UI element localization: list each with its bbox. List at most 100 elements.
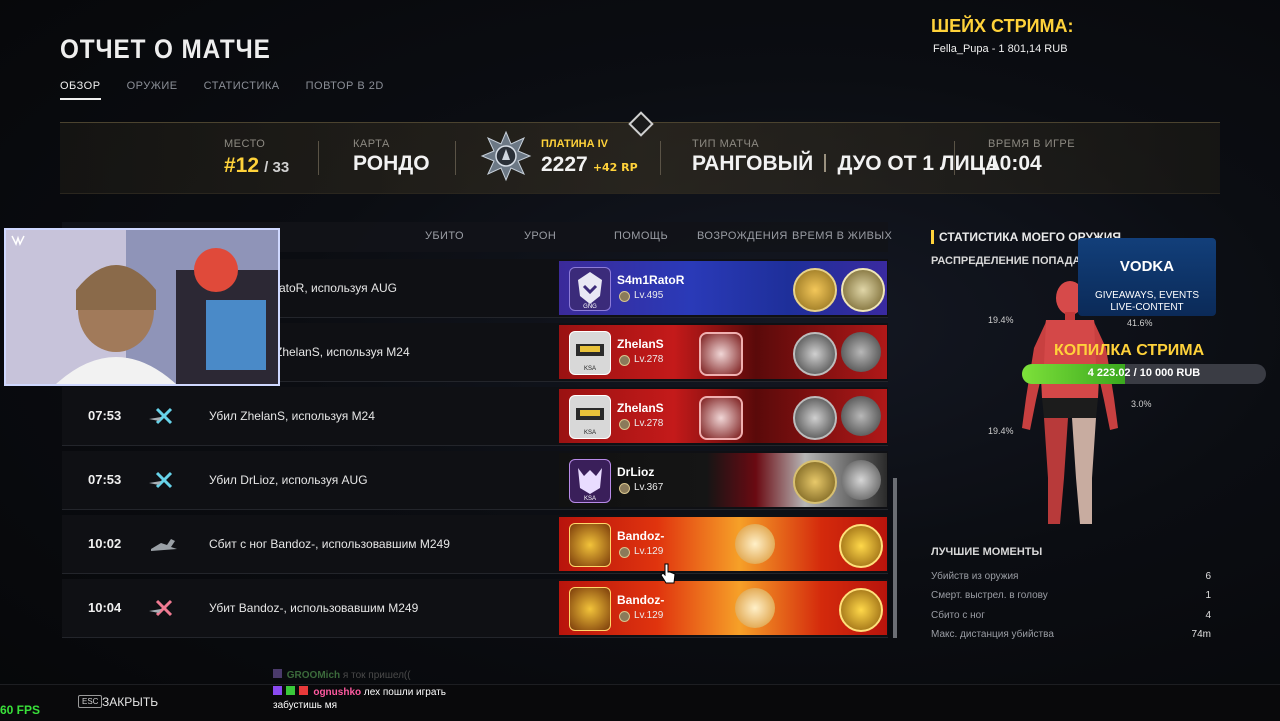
rank-platinum-icon bbox=[480, 130, 532, 182]
chat-text: забустишь мя bbox=[273, 700, 338, 711]
column-header-damage[interactable]: УРОН bbox=[524, 230, 556, 242]
column-header-revives[interactable]: ВОЗРОЖДЕНИЯ bbox=[697, 230, 788, 242]
column-header-killed[interactable]: УБИТО bbox=[425, 230, 464, 242]
table-row[interactable]: 10:04 Убит Bandoz-, использовавшим M249 … bbox=[62, 579, 888, 638]
column-header-assists[interactable]: ПОМОЩЬ bbox=[614, 230, 668, 242]
kopilka-progress-bar: 4 223.02 / 10 000 RUB bbox=[1022, 364, 1266, 384]
killed-icon bbox=[147, 595, 181, 621]
bottom-bar bbox=[0, 684, 1280, 721]
tab-replay-2d[interactable]: ПОВТОР В 2D bbox=[306, 80, 384, 100]
level-icon bbox=[619, 291, 630, 302]
best-moments-title: ЛУЧШИЕ МОМЕНТЫ bbox=[931, 546, 1043, 558]
divider bbox=[455, 141, 456, 175]
tab-statistics[interactable]: СТАТИСТИКА bbox=[204, 80, 280, 100]
table-row[interactable]: 07:53 Убил ZhelanS, используя M24 KSA Zh… bbox=[62, 387, 888, 446]
player-card[interactable]: Bandoz- Lv.129 bbox=[559, 581, 887, 635]
event-time: 10:04 bbox=[88, 600, 122, 615]
player-level: Lv.129 bbox=[634, 610, 664, 621]
table-row[interactable]: 10:02 Сбит с ног Bandoz-, использовавшим… bbox=[62, 515, 888, 574]
stat-label: Сбито с ног bbox=[931, 610, 985, 621]
event-time: 10:02 bbox=[88, 536, 122, 551]
tabs: ОБЗОР ОРУЖИЕ СТАТИСТИКА ПОВТОР В 2D bbox=[60, 80, 384, 100]
player-name: DrLioz bbox=[617, 465, 655, 479]
divider bbox=[318, 141, 319, 175]
esc-key-icon: ESC bbox=[78, 695, 103, 708]
stat-label: Смерт. выстрел. в голову bbox=[931, 590, 1048, 601]
place-label: МЕСТО bbox=[224, 138, 266, 150]
clan-emblem-icon bbox=[569, 587, 611, 631]
event-time: 07:53 bbox=[88, 408, 122, 423]
soldier-icon bbox=[735, 588, 775, 628]
chat-username: GROOMich bbox=[286, 670, 341, 681]
player-card[interactable]: GNG S4m1RatoR Lv.495 bbox=[559, 261, 887, 315]
place-number: #12 bbox=[224, 154, 260, 177]
player-level: Lv.129 bbox=[634, 546, 664, 557]
clan-tag: KSA bbox=[584, 430, 596, 436]
vodka-line2: LIVE-CONTENT bbox=[1110, 302, 1184, 313]
stat-value: 1 bbox=[1205, 590, 1211, 601]
clan-emblem-icon: KSA bbox=[569, 331, 611, 375]
medal-icon bbox=[793, 396, 837, 440]
player-level: Lv.495 bbox=[634, 290, 664, 301]
soldier-icon bbox=[841, 332, 881, 372]
player-name: S4m1RatoR bbox=[617, 273, 685, 287]
stat-value: 74m bbox=[1191, 629, 1211, 640]
stat-value: 6 bbox=[1205, 571, 1211, 582]
chat-badge-icon bbox=[273, 669, 282, 678]
event-description: Убил DrLioz, используя AUG bbox=[209, 473, 368, 487]
medal-icon bbox=[839, 524, 883, 568]
clan-tag: KSA bbox=[584, 366, 596, 372]
stat-label: Убийств из оружия bbox=[931, 571, 1019, 582]
place-total: / 33 bbox=[264, 159, 290, 176]
player-card[interactable]: KSA DrLioz Lv.367 bbox=[559, 453, 887, 507]
wings-icon bbox=[841, 460, 881, 500]
scrollbar[interactable] bbox=[893, 478, 897, 638]
sheikh-line: Fella_Pupa - 1 801,14 RUB bbox=[933, 43, 1068, 55]
clan-emblem-icon: KSA bbox=[569, 395, 611, 439]
player-card[interactable]: KSA ZhelanS Lv.278 bbox=[559, 389, 887, 443]
soldier-icon bbox=[841, 268, 885, 312]
match-mode: ДУО ОТ 1 ЛИЦА bbox=[837, 152, 1001, 175]
level-icon bbox=[619, 483, 630, 494]
sub-badge-icon bbox=[285, 686, 295, 695]
map-value: РОНДО bbox=[353, 152, 430, 175]
player-name: Bandoz- bbox=[617, 593, 665, 607]
chat-message: забустишь мя bbox=[273, 700, 337, 711]
skull-icon bbox=[699, 396, 743, 440]
column-header-time-alive[interactable]: ВРЕМЯ В ЖИВЫХ bbox=[792, 230, 892, 242]
rank-points-value: 2227 bbox=[541, 153, 588, 176]
stat-label: Макс. дистанция убийства bbox=[931, 629, 1054, 640]
chat-text: я ток пришел(( bbox=[342, 670, 411, 681]
level-icon bbox=[619, 611, 630, 622]
event-time: 07:53 bbox=[88, 472, 122, 487]
kill-icon bbox=[147, 403, 181, 429]
webcam-overlay bbox=[4, 228, 280, 386]
hit-left-arm-percent: 19.4% bbox=[988, 315, 1014, 325]
player-level: Lv.278 bbox=[634, 418, 664, 429]
player-name: Bandoz- bbox=[617, 529, 665, 543]
event-description: Убит Bandoz-, использовавшим M249 bbox=[209, 601, 419, 615]
player-name: ZhelanS bbox=[617, 337, 664, 351]
player-card[interactable]: KSA ZhelanS Lv.278 bbox=[559, 325, 887, 379]
vodka-team-banner: VODKA GIVEAWAYS, EVENTS LIVE-CONTENT bbox=[1078, 238, 1216, 316]
soldier-icon bbox=[735, 524, 775, 564]
player-card[interactable]: Bandoz- Lv.129 bbox=[559, 517, 887, 571]
tab-weapons[interactable]: ОРУЖИЕ bbox=[127, 80, 178, 100]
event-description: Убил ZhelanS, используя M24 bbox=[209, 409, 375, 423]
hand-cursor-icon bbox=[660, 563, 676, 589]
event-description: Сбит с ног Bandoz-, использовавшим M249 bbox=[209, 537, 450, 551]
kopilka-title: КОПИЛКА СТРИМА bbox=[1054, 342, 1205, 359]
table-row[interactable]: 07:53 Убил DrLioz, используя AUG KSA DrL… bbox=[62, 451, 888, 510]
hit-left-leg-percent: 19.4% bbox=[988, 426, 1014, 436]
tab-overview[interactable]: ОБЗОР bbox=[60, 80, 101, 100]
soldier-icon bbox=[841, 396, 881, 436]
player-level: Lv.278 bbox=[634, 354, 664, 365]
clan-emblem-icon bbox=[569, 523, 611, 567]
kopilka-text: 4 223.02 / 10 000 RUB bbox=[1087, 367, 1201, 379]
chat-message: GROOMich я ток пришел(( bbox=[273, 669, 411, 681]
hit-right-leg-percent: 3.0% bbox=[1131, 399, 1152, 409]
divider bbox=[660, 141, 661, 175]
chat-text: лех пошли играть bbox=[363, 687, 446, 698]
rank-name: ПЛАТИНА IV bbox=[541, 138, 608, 150]
close-button[interactable]: ESC ЗАКРЫТЬ bbox=[62, 686, 162, 718]
